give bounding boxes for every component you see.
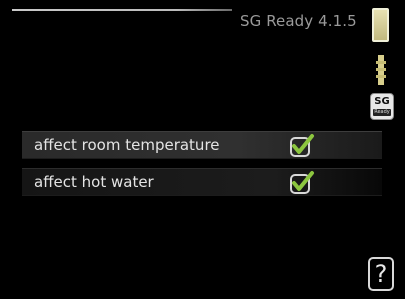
row-label: affect room temperature: [34, 136, 220, 154]
header-line: [12, 9, 232, 11]
sg-ready-icon-bottom: Ready: [373, 109, 391, 116]
sg-ready-icon-top: SG: [374, 96, 390, 107]
checkbox-checked-icon[interactable]: [288, 169, 316, 197]
display-screen: SG Ready 4.1.5 SG Ready affect room temp…: [0, 0, 405, 299]
menu-row-affect-hot-water[interactable]: affect hot water: [22, 168, 382, 196]
row-label: affect hot water: [34, 173, 154, 191]
scroll-indicator-icon: [372, 8, 389, 42]
menu-row-affect-room-temperature[interactable]: affect room temperature: [22, 131, 382, 159]
scroll-thumb-icon: [376, 55, 386, 85]
help-button[interactable]: ?: [368, 257, 394, 291]
checkbox-checked-icon[interactable]: [288, 132, 316, 160]
sg-ready-icon: SG Ready: [370, 93, 394, 120]
page-title: SG Ready 4.1.5: [240, 12, 357, 30]
